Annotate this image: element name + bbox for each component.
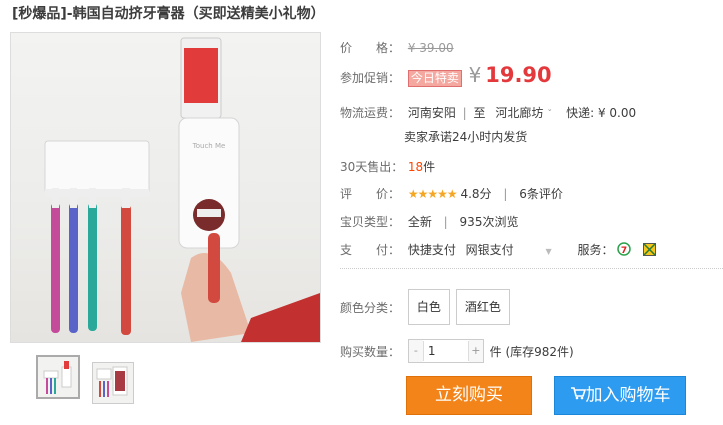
- rating-score: 4.8分: [460, 187, 492, 201]
- original-price: ¥ 39.00: [407, 41, 454, 55]
- quantity-plus-button[interactable]: +: [468, 340, 483, 362]
- currency-symbol: ¥: [468, 63, 482, 87]
- view-count: 935次浏览: [459, 215, 519, 229]
- section-divider: [340, 268, 723, 269]
- item-condition: 全新: [407, 215, 432, 229]
- promo-row: 参加促销： 今日特卖 ¥ 19.90: [340, 62, 552, 91]
- rating-row: 评 价： ★★★★★ 4.8分 | 6条评价: [340, 185, 563, 202]
- quantity-minus-button[interactable]: -: [408, 340, 423, 362]
- product-title: [秒爆品]-韩国自动挤牙膏器（买即送精美小礼物）: [12, 6, 325, 22]
- color-label: 颜色分类：: [340, 300, 401, 315]
- sales-unit: 件: [423, 160, 436, 174]
- color-option-wine-red[interactable]: 酒红色: [455, 289, 510, 325]
- shipping-row: 物流运费： 河南安阳 | 至 河北廊坊 ˇ 快递: ¥ 0.00: [340, 104, 636, 121]
- quantity-input[interactable]: 1: [422, 341, 469, 361]
- add-to-cart-button[interactable]: 加入购物车: [554, 376, 686, 415]
- add-to-cart-label: 加入购物车: [585, 385, 671, 406]
- selected-arrow-icon: [54, 355, 66, 356]
- product-photo-illustration: Touch Me: [44, 37, 320, 342]
- main-product-image[interactable]: Touch Me: [10, 32, 321, 343]
- sales-count: 18: [407, 160, 424, 174]
- shipping-label: 物流运费：: [340, 106, 401, 120]
- quantity-label: 购买数量：: [340, 344, 401, 359]
- svg-text:7: 7: [621, 246, 627, 256]
- promo-tag[interactable]: 今日特卖: [407, 70, 462, 87]
- sales-row: 30天售出： 18件: [340, 158, 435, 175]
- service-label: 服务：: [577, 243, 614, 257]
- price-row: 价 格： ¥ 39.00: [340, 39, 454, 56]
- rating-label: 评 价：: [340, 187, 401, 201]
- rating-separator: |: [503, 187, 508, 201]
- thumbnail-1-image: [43, 361, 72, 394]
- item-type-label: 宝贝类型：: [340, 215, 401, 229]
- chevron-down-icon: ˇ: [547, 109, 553, 120]
- express-label: 快递:: [566, 106, 595, 120]
- star-rating-icon: ★★★★★: [407, 187, 458, 201]
- quantity-stepper: - 1 +: [407, 339, 484, 363]
- seven-day-return-icon[interactable]: 7: [617, 242, 632, 259]
- thumbnail-2-image: [96, 366, 128, 397]
- payment-method-quick[interactable]: 快捷支付: [408, 243, 456, 257]
- thumbnail-1[interactable]: [36, 355, 80, 399]
- stock-info: 件 (库存982件): [489, 344, 574, 359]
- payment-row: 支 付： 快捷支付 网银支付 ▼ 服务： 7: [340, 241, 657, 259]
- item-type-row: 宝贝类型： 全新 | 935次浏览: [340, 213, 518, 230]
- ship-from: 河南安阳: [407, 106, 456, 120]
- promo-label: 参加促销：: [340, 71, 401, 85]
- item-type-separator: |: [443, 215, 448, 229]
- cart-icon: [570, 377, 586, 414]
- ship-separator: |: [462, 106, 467, 120]
- shipping-promise: 卖家承诺24小时内发货: [404, 130, 528, 144]
- ship-destination-select[interactable]: 河北廊坊 ˇ: [495, 106, 556, 120]
- payment-more-arrow-icon[interactable]: ▼: [546, 247, 552, 256]
- price-label: 价 格：: [340, 41, 401, 55]
- shipping-fee: ¥ 0.00: [597, 106, 637, 120]
- buy-now-button[interactable]: 立刻购买: [406, 376, 532, 415]
- quantity-row: 购买数量： - 1 + 件 (库存982件): [340, 339, 574, 363]
- guarantee-icon[interactable]: [643, 242, 657, 259]
- color-option-white[interactable]: 白色: [407, 289, 450, 325]
- payment-label: 支 付：: [340, 243, 401, 257]
- ship-destination: 河北廊坊: [495, 106, 544, 120]
- color-row: 颜色分类： 白色 酒红色: [340, 289, 516, 325]
- payment-method-bank[interactable]: 网银支付: [466, 243, 514, 257]
- ship-to-word: 至: [473, 106, 486, 120]
- sales-label: 30天售出：: [340, 160, 404, 174]
- thumbnail-2[interactable]: [92, 362, 134, 404]
- device-label: Touch Me: [192, 142, 226, 150]
- review-count-link[interactable]: 6条评价: [519, 187, 563, 201]
- promo-price: 19.90: [485, 63, 552, 87]
